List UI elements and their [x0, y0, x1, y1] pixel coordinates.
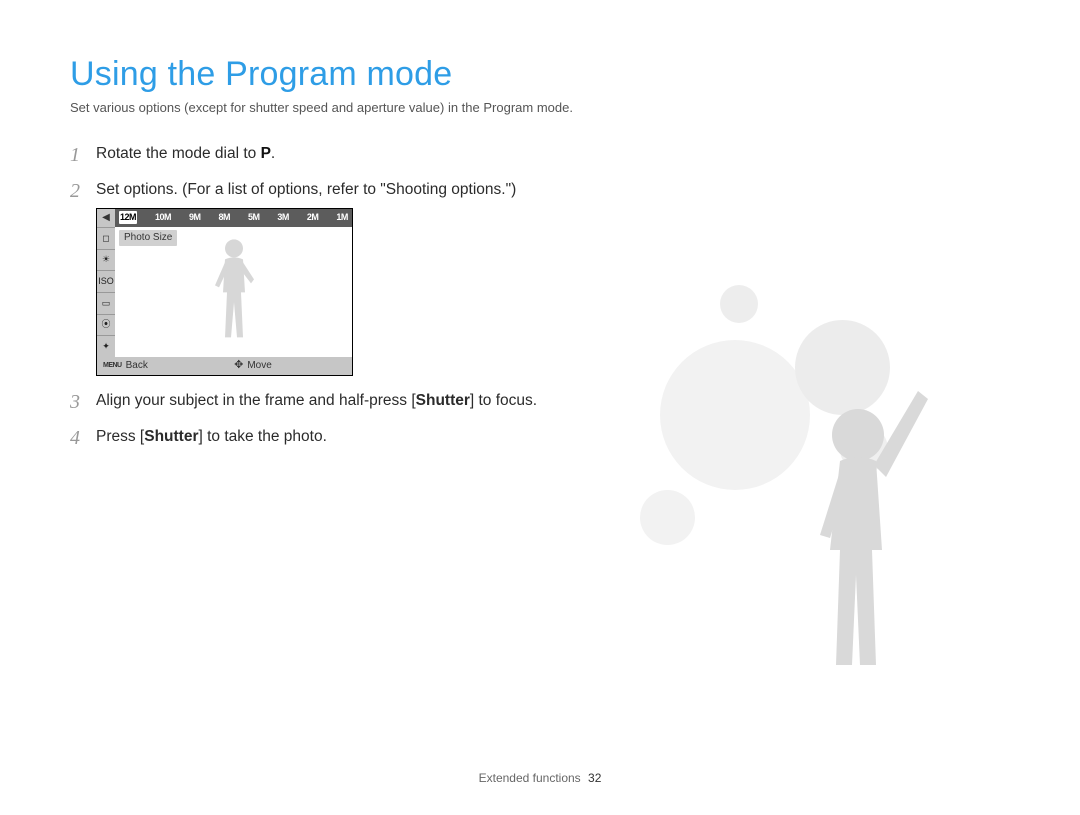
lcd-move-label: Move — [247, 359, 271, 374]
lcd-icon-focus: ✦ — [97, 335, 115, 357]
dpad-icon: ✥ — [234, 358, 243, 374]
step-number: 1 — [70, 141, 80, 170]
lcd-size-row: ◀ 12M 10M 9M 8M 5M 3M 2M 1M — [97, 209, 352, 227]
arrow-left-icon: ◀ — [97, 209, 115, 227]
lcd-option-label: Photo Size — [119, 230, 177, 247]
lcd-viewfinder: Photo Size — [115, 227, 352, 357]
step-text: Press [ — [96, 428, 144, 445]
menu-icon: MENU — [103, 361, 122, 371]
step-3: 3 Align your subject in the frame and ha… — [70, 390, 590, 412]
lcd-size-options: 12M 10M 9M 8M 5M 3M 2M 1M — [115, 211, 352, 224]
lcd-icon-iso: ISO — [97, 270, 115, 292]
step-4: 4 Press [Shutter] to take the photo. — [70, 426, 590, 448]
lcd-icon-face: ⦿ — [97, 314, 115, 336]
mode-p-glyph: P — [261, 145, 271, 162]
footer-page-number: 32 — [588, 771, 601, 785]
lcd-icon-ev: ☀ — [97, 249, 115, 271]
step-number: 2 — [70, 177, 80, 206]
decorative-illustration — [640, 250, 980, 680]
lcd-bottom-bar: MENU Back ✥ Move — [97, 357, 352, 375]
page-subtitle: Set various options (except for shutter … — [70, 100, 1010, 115]
step-number: 3 — [70, 388, 80, 417]
lcd-person-silhouette — [210, 237, 258, 342]
lcd-back-label: Back — [126, 359, 148, 374]
steps-list: 1 Rotate the mode dial to P. 2 Set optio… — [70, 143, 590, 449]
step-text: Align your subject in the frame and half… — [96, 392, 416, 409]
footer-section: Extended functions — [479, 771, 581, 785]
step-number: 4 — [70, 424, 80, 453]
lcd-icon-wb: ▭ — [97, 292, 115, 314]
page-title: Using the Program mode — [70, 55, 1010, 94]
step-1: 1 Rotate the mode dial to P. — [70, 143, 590, 165]
step-2: 2 Set options. (For a list of options, r… — [70, 179, 590, 375]
page-footer: Extended functions 32 — [0, 771, 1080, 785]
lcd-side-icons: ◻ ☀ ISO ▭ ⦿ ✦ — [97, 227, 115, 357]
step-text: Rotate the mode dial to — [96, 145, 261, 162]
lcd-icon-quality: ◻ — [97, 227, 115, 249]
camera-lcd-illustration: ◀ 12M 10M 9M 8M 5M 3M 2M 1M ◻ — [96, 208, 353, 376]
child-silhouette — [790, 375, 940, 675]
step-text: Set options. (For a list of options, ref… — [96, 181, 516, 198]
